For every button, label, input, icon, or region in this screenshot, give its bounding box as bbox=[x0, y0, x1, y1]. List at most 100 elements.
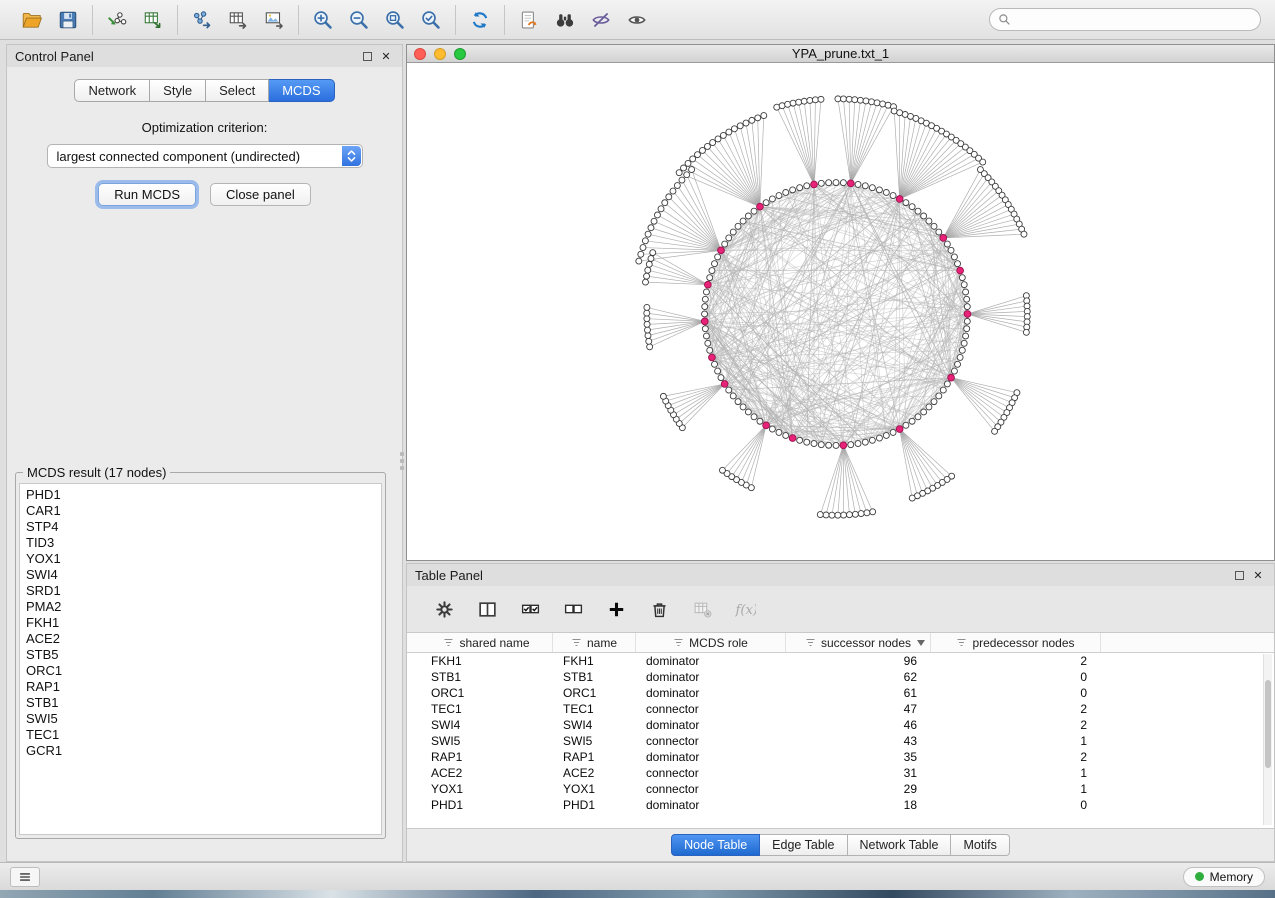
table-cell[interactable]: dominator bbox=[636, 653, 786, 669]
table-row[interactable]: ACE2ACE2connector311 bbox=[421, 765, 1274, 781]
table-cell[interactable]: TEC1 bbox=[553, 701, 636, 717]
table-cell[interactable]: 96 bbox=[786, 653, 931, 669]
tab-node-table[interactable]: Node Table bbox=[671, 834, 760, 856]
panel-menu-button[interactable] bbox=[10, 867, 40, 887]
minimize-window-button[interactable] bbox=[434, 48, 446, 60]
table-cell[interactable]: 18 bbox=[786, 797, 931, 813]
table-cell[interactable]: 31 bbox=[786, 765, 931, 781]
table-cell[interactable]: YOX1 bbox=[421, 781, 553, 797]
table-cell[interactable]: 2 bbox=[931, 701, 1101, 717]
table-cell[interactable]: PHD1 bbox=[421, 797, 553, 813]
table-cell[interactable]: dominator bbox=[636, 669, 786, 685]
mcds-result-item[interactable]: ACE2 bbox=[26, 631, 381, 647]
tab-style[interactable]: Style bbox=[150, 79, 206, 102]
mcds-result-list[interactable]: PHD1CAR1STP4TID3YOX1SWI4SRD1PMA2FKH1ACE2… bbox=[19, 483, 382, 835]
tab-mcds[interactable]: MCDS bbox=[269, 79, 334, 102]
table-cell[interactable]: 46 bbox=[786, 717, 931, 733]
open-folder-button[interactable] bbox=[16, 5, 48, 35]
table-cell[interactable]: ORC1 bbox=[553, 685, 636, 701]
column-header-name[interactable]: name bbox=[553, 633, 636, 652]
table-cell[interactable]: dominator bbox=[636, 685, 786, 701]
table-row[interactable]: RAP1RAP1dominator352 bbox=[421, 749, 1274, 765]
table-cell[interactable]: SWI5 bbox=[553, 733, 636, 749]
zoom-selected-button[interactable] bbox=[415, 5, 447, 35]
table-cell[interactable]: connector bbox=[636, 781, 786, 797]
table-cell[interactable]: SWI4 bbox=[421, 717, 553, 733]
search-input[interactable] bbox=[1016, 13, 1252, 27]
table-cell[interactable]: 43 bbox=[786, 733, 931, 749]
tab-network-table[interactable]: Network Table bbox=[848, 834, 952, 856]
mcds-result-item[interactable]: GCR1 bbox=[26, 743, 381, 759]
table-scrollbar-thumb[interactable] bbox=[1265, 680, 1271, 768]
tab-edge-table[interactable]: Edge Table bbox=[760, 834, 847, 856]
export-network-button[interactable] bbox=[186, 5, 218, 35]
table-cell[interactable]: RAP1 bbox=[553, 749, 636, 765]
table-cell[interactable]: YOX1 bbox=[553, 781, 636, 797]
export-table-button[interactable] bbox=[222, 5, 254, 35]
mcds-result-item[interactable]: STB1 bbox=[26, 695, 381, 711]
mcds-result-item[interactable]: PHD1 bbox=[26, 487, 381, 503]
table-row[interactable]: SWI5SWI5connector431 bbox=[421, 733, 1274, 749]
mcds-result-item[interactable]: SWI5 bbox=[26, 711, 381, 727]
close-window-button[interactable] bbox=[414, 48, 426, 60]
mcds-result-item[interactable]: TEC1 bbox=[26, 727, 381, 743]
run-mcds-button[interactable]: Run MCDS bbox=[98, 183, 196, 206]
refresh-button[interactable] bbox=[464, 5, 496, 35]
table-cell[interactable]: connector bbox=[636, 733, 786, 749]
mcds-result-item[interactable]: SRD1 bbox=[26, 583, 381, 599]
float-table-panel-icon[interactable] bbox=[1235, 571, 1244, 580]
mcds-result-item[interactable]: TID3 bbox=[26, 535, 381, 551]
table-row[interactable]: SWI4SWI4dominator462 bbox=[421, 717, 1274, 733]
table-cell[interactable]: 0 bbox=[931, 685, 1101, 701]
show-columns-button[interactable] bbox=[474, 596, 500, 622]
close-panel-icon[interactable]: ✕ bbox=[378, 48, 394, 64]
table-cell[interactable]: 62 bbox=[786, 669, 931, 685]
table-cell[interactable]: dominator bbox=[636, 717, 786, 733]
settings-gear-button[interactable] bbox=[431, 596, 457, 622]
table-cell[interactable]: ORC1 bbox=[421, 685, 553, 701]
hide-details-button[interactable] bbox=[585, 5, 617, 35]
close-table-panel-icon[interactable]: ✕ bbox=[1250, 567, 1266, 583]
mcds-result-item[interactable]: YOX1 bbox=[26, 551, 381, 567]
zoom-in-button[interactable] bbox=[307, 5, 339, 35]
table-cell[interactable]: 2 bbox=[931, 717, 1101, 733]
table-cell[interactable]: connector bbox=[636, 765, 786, 781]
share-document-button[interactable] bbox=[513, 5, 545, 35]
table-cell[interactable]: SWI5 bbox=[421, 733, 553, 749]
mcds-result-item[interactable]: PMA2 bbox=[26, 599, 381, 615]
table-row[interactable]: FKH1FKH1dominator962 bbox=[421, 653, 1274, 669]
table-cell[interactable]: TEC1 bbox=[421, 701, 553, 717]
table-row[interactable]: YOX1YOX1connector291 bbox=[421, 781, 1274, 797]
column-header-predecessor-nodes[interactable]: predecessor nodes bbox=[931, 633, 1101, 652]
table-cell[interactable]: ACE2 bbox=[553, 765, 636, 781]
table-cell[interactable]: RAP1 bbox=[421, 749, 553, 765]
table-row[interactable]: ORC1ORC1dominator610 bbox=[421, 685, 1274, 701]
tab-motifs[interactable]: Motifs bbox=[951, 834, 1009, 856]
table-cell[interactable]: 1 bbox=[931, 765, 1101, 781]
table-scrollbar[interactable] bbox=[1263, 654, 1272, 825]
table-cell[interactable]: STB1 bbox=[553, 669, 636, 685]
mcds-result-item[interactable]: STB5 bbox=[26, 647, 381, 663]
float-panel-icon[interactable] bbox=[363, 52, 372, 61]
select-all-checkboxes-button[interactable] bbox=[517, 596, 543, 622]
import-table-button[interactable] bbox=[137, 5, 169, 35]
mcds-result-item[interactable]: CAR1 bbox=[26, 503, 381, 519]
save-button[interactable] bbox=[52, 5, 84, 35]
mcds-result-item[interactable]: FKH1 bbox=[26, 615, 381, 631]
table-cell[interactable]: connector bbox=[636, 701, 786, 717]
panel-splitter-handle[interactable] bbox=[399, 448, 405, 474]
show-details-button[interactable] bbox=[621, 5, 653, 35]
table-cell[interactable]: 2 bbox=[931, 749, 1101, 765]
mcds-result-item[interactable]: SWI4 bbox=[26, 567, 381, 583]
table-cell[interactable]: 47 bbox=[786, 701, 931, 717]
mcds-result-item[interactable]: STP4 bbox=[26, 519, 381, 535]
table-row[interactable]: PHD1PHD1dominator180 bbox=[421, 797, 1274, 813]
tab-network[interactable]: Network bbox=[74, 79, 150, 102]
delete-column-button[interactable] bbox=[646, 596, 672, 622]
table-cell[interactable]: STB1 bbox=[421, 669, 553, 685]
table-row[interactable]: TEC1TEC1connector472 bbox=[421, 701, 1274, 717]
optimization-criterion-select[interactable]: largest connected component (undirected) bbox=[47, 144, 363, 168]
column-header-successor-nodes[interactable]: successor nodes bbox=[786, 633, 931, 652]
mcds-result-item[interactable]: RAP1 bbox=[26, 679, 381, 695]
column-header-mcds-role[interactable]: MCDS role bbox=[636, 633, 786, 652]
